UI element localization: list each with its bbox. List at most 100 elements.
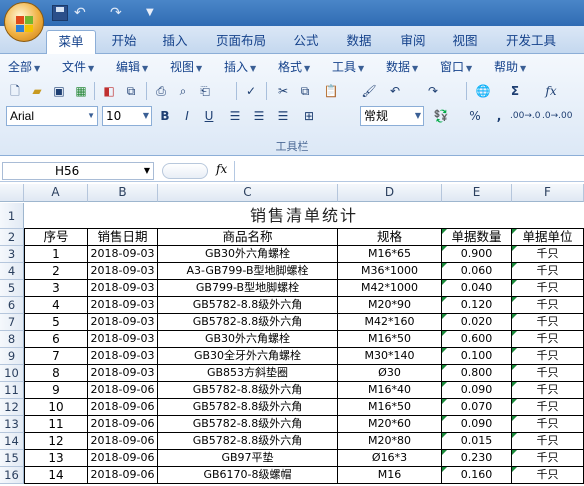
table-cell[interactable]: GB30外六角螺栓 bbox=[158, 246, 338, 263]
save-icon[interactable]: ▣ bbox=[50, 82, 68, 100]
print-icon[interactable]: ⎙ bbox=[152, 82, 170, 100]
quick-undo-icon[interactable]: ↶ bbox=[74, 5, 90, 21]
table-cell[interactable]: GB5782-8.8级外六角 bbox=[158, 297, 338, 314]
table-cell[interactable]: 2 bbox=[24, 263, 88, 280]
table-cell[interactable]: 千只 bbox=[512, 348, 584, 365]
menu-window[interactable]: 窗口 ▼ bbox=[440, 58, 472, 75]
redo-icon[interactable]: ↷ bbox=[424, 82, 442, 100]
table-cell[interactable]: GB799-B型地脚螺栓 bbox=[158, 280, 338, 297]
row-header[interactable]: 2 bbox=[0, 229, 24, 246]
tab-formulas[interactable]: 公式 bbox=[284, 30, 328, 54]
table-cell[interactable]: 3 bbox=[24, 280, 88, 297]
table-cell[interactable]: GB97平垫 bbox=[158, 450, 338, 467]
table-cell[interactable]: 4 bbox=[24, 297, 88, 314]
table-cell[interactable]: 0.070 bbox=[442, 399, 512, 416]
table-cell[interactable]: 0.060 bbox=[442, 263, 512, 280]
menu-view[interactable]: 视图 ▼ bbox=[170, 58, 202, 75]
table-cell[interactable]: GB853方斜垫圈 bbox=[158, 365, 338, 382]
table-cell[interactable]: GB5782-8.8级外六角 bbox=[158, 416, 338, 433]
table-cell[interactable]: GB5782-8.8级外六角 bbox=[158, 433, 338, 450]
sheet-title[interactable]: 销售清单统计 bbox=[24, 203, 584, 229]
table-cell[interactable]: M20*90 bbox=[338, 297, 442, 314]
table-cell[interactable]: 千只 bbox=[512, 263, 584, 280]
row-header[interactable]: 15 bbox=[0, 450, 24, 467]
table-cell[interactable]: 0.230 bbox=[442, 450, 512, 467]
table-cell[interactable]: 14 bbox=[24, 467, 88, 484]
table-cell[interactable]: 千只 bbox=[512, 365, 584, 382]
quick-redo-icon[interactable]: ↷ bbox=[110, 5, 126, 21]
open-folder-icon[interactable]: ▰ bbox=[28, 82, 46, 100]
column-header-f[interactable]: F bbox=[512, 184, 584, 202]
italic-button[interactable]: I bbox=[178, 107, 196, 125]
table-cell[interactable]: 1 bbox=[24, 246, 88, 263]
table-header-cell[interactable]: 单据单位 bbox=[512, 229, 584, 246]
table-cell[interactable]: GB30全牙外六角螺栓 bbox=[158, 348, 338, 365]
table-cell[interactable]: 10 bbox=[24, 399, 88, 416]
tab-data[interactable]: 数据 bbox=[336, 30, 382, 54]
table-cell[interactable]: 千只 bbox=[512, 433, 584, 450]
table-cell[interactable]: 千只 bbox=[512, 297, 584, 314]
column-header-a[interactable]: A bbox=[24, 184, 88, 202]
table-cell[interactable]: 千只 bbox=[512, 246, 584, 263]
table-cell[interactable]: 千只 bbox=[512, 416, 584, 433]
table-cell[interactable]: GB30外六角螺栓 bbox=[158, 331, 338, 348]
tab-home[interactable]: 开始 bbox=[102, 30, 146, 54]
row-header[interactable]: 1 bbox=[0, 203, 24, 229]
row-header[interactable]: 16 bbox=[0, 467, 24, 484]
table-cell[interactable]: 千只 bbox=[512, 382, 584, 399]
row-header[interactable]: 6 bbox=[0, 297, 24, 314]
paste-icon[interactable]: 📋 bbox=[322, 82, 340, 100]
row-header[interactable]: 14 bbox=[0, 433, 24, 450]
table-cell[interactable]: 6 bbox=[24, 331, 88, 348]
table-cell[interactable]: 2018-09-03 bbox=[88, 297, 158, 314]
align-right-icon[interactable]: ☰ bbox=[274, 107, 292, 125]
table-cell[interactable]: 12 bbox=[24, 433, 88, 450]
table-cell[interactable]: 2018-09-03 bbox=[88, 263, 158, 280]
office-button[interactable] bbox=[4, 2, 44, 42]
print-preview-icon[interactable]: ⌕ bbox=[174, 82, 192, 100]
formula-cancel-enter-buttons[interactable] bbox=[162, 163, 208, 179]
table-cell[interactable]: GB5782-8.8级外六角 bbox=[158, 314, 338, 331]
table-cell[interactable]: 2018-09-03 bbox=[88, 331, 158, 348]
row-header[interactable]: 7 bbox=[0, 314, 24, 331]
tab-page-layout[interactable]: 页面布局 bbox=[208, 30, 274, 54]
menu-all[interactable]: 全部 ▼ bbox=[8, 58, 40, 75]
table-cell[interactable]: 9 bbox=[24, 382, 88, 399]
menu-format[interactable]: 格式 ▼ bbox=[278, 58, 310, 75]
table-cell[interactable]: M16*50 bbox=[338, 399, 442, 416]
menu-data[interactable]: 数据 ▼ bbox=[386, 58, 418, 75]
table-cell[interactable]: GB5782-8.8级外六角 bbox=[158, 382, 338, 399]
table-cell[interactable]: 0.120 bbox=[442, 297, 512, 314]
table-cell[interactable]: 2018-09-03 bbox=[88, 246, 158, 263]
table-cell[interactable]: 2018-09-06 bbox=[88, 382, 158, 399]
table-cell[interactable]: M36*1000 bbox=[338, 263, 442, 280]
spelling-icon[interactable]: ✓ bbox=[242, 82, 260, 100]
menu-tools[interactable]: 工具 ▼ bbox=[332, 58, 364, 75]
autosum-icon[interactable]: Σ bbox=[506, 82, 524, 100]
insert-function-icon[interactable]: fx bbox=[542, 82, 560, 100]
table-cell[interactable]: 千只 bbox=[512, 280, 584, 297]
table-cell[interactable]: M30*140 bbox=[338, 348, 442, 365]
currency-icon[interactable]: 💱 bbox=[432, 107, 450, 125]
table-cell[interactable]: Ø30 bbox=[338, 365, 442, 382]
excel-icon[interactable]: ▦ bbox=[72, 82, 90, 100]
tab-review[interactable]: 审阅 bbox=[390, 30, 436, 54]
table-cell[interactable]: 2018-09-03 bbox=[88, 348, 158, 365]
table-cell[interactable]: 2018-09-06 bbox=[88, 399, 158, 416]
table-cell[interactable]: GB6170-8级螺帽 bbox=[158, 467, 338, 484]
table-cell[interactable]: 7 bbox=[24, 348, 88, 365]
table-header-cell[interactable]: 规格 bbox=[338, 229, 442, 246]
row-header[interactable]: 3 bbox=[0, 246, 24, 263]
table-cell[interactable]: M20*60 bbox=[338, 416, 442, 433]
quick-access-dropdown-icon[interactable]: ▼ bbox=[146, 5, 162, 21]
undo-icon[interactable]: ↶ bbox=[386, 82, 404, 100]
table-cell[interactable]: 2018-09-06 bbox=[88, 416, 158, 433]
column-header-b[interactable]: B bbox=[88, 184, 158, 202]
permission-icon[interactable]: ⧉ bbox=[122, 82, 140, 100]
hyperlink-icon[interactable]: 🌐 bbox=[474, 82, 492, 100]
table-cell[interactable]: A3-GB799-B型地脚螺栓 bbox=[158, 263, 338, 280]
row-header[interactable]: 13 bbox=[0, 416, 24, 433]
new-file-icon[interactable]: 🗋 bbox=[6, 82, 24, 100]
align-center-icon[interactable]: ☰ bbox=[250, 107, 268, 125]
font-size-select[interactable]: 10 ▼ bbox=[102, 106, 152, 126]
